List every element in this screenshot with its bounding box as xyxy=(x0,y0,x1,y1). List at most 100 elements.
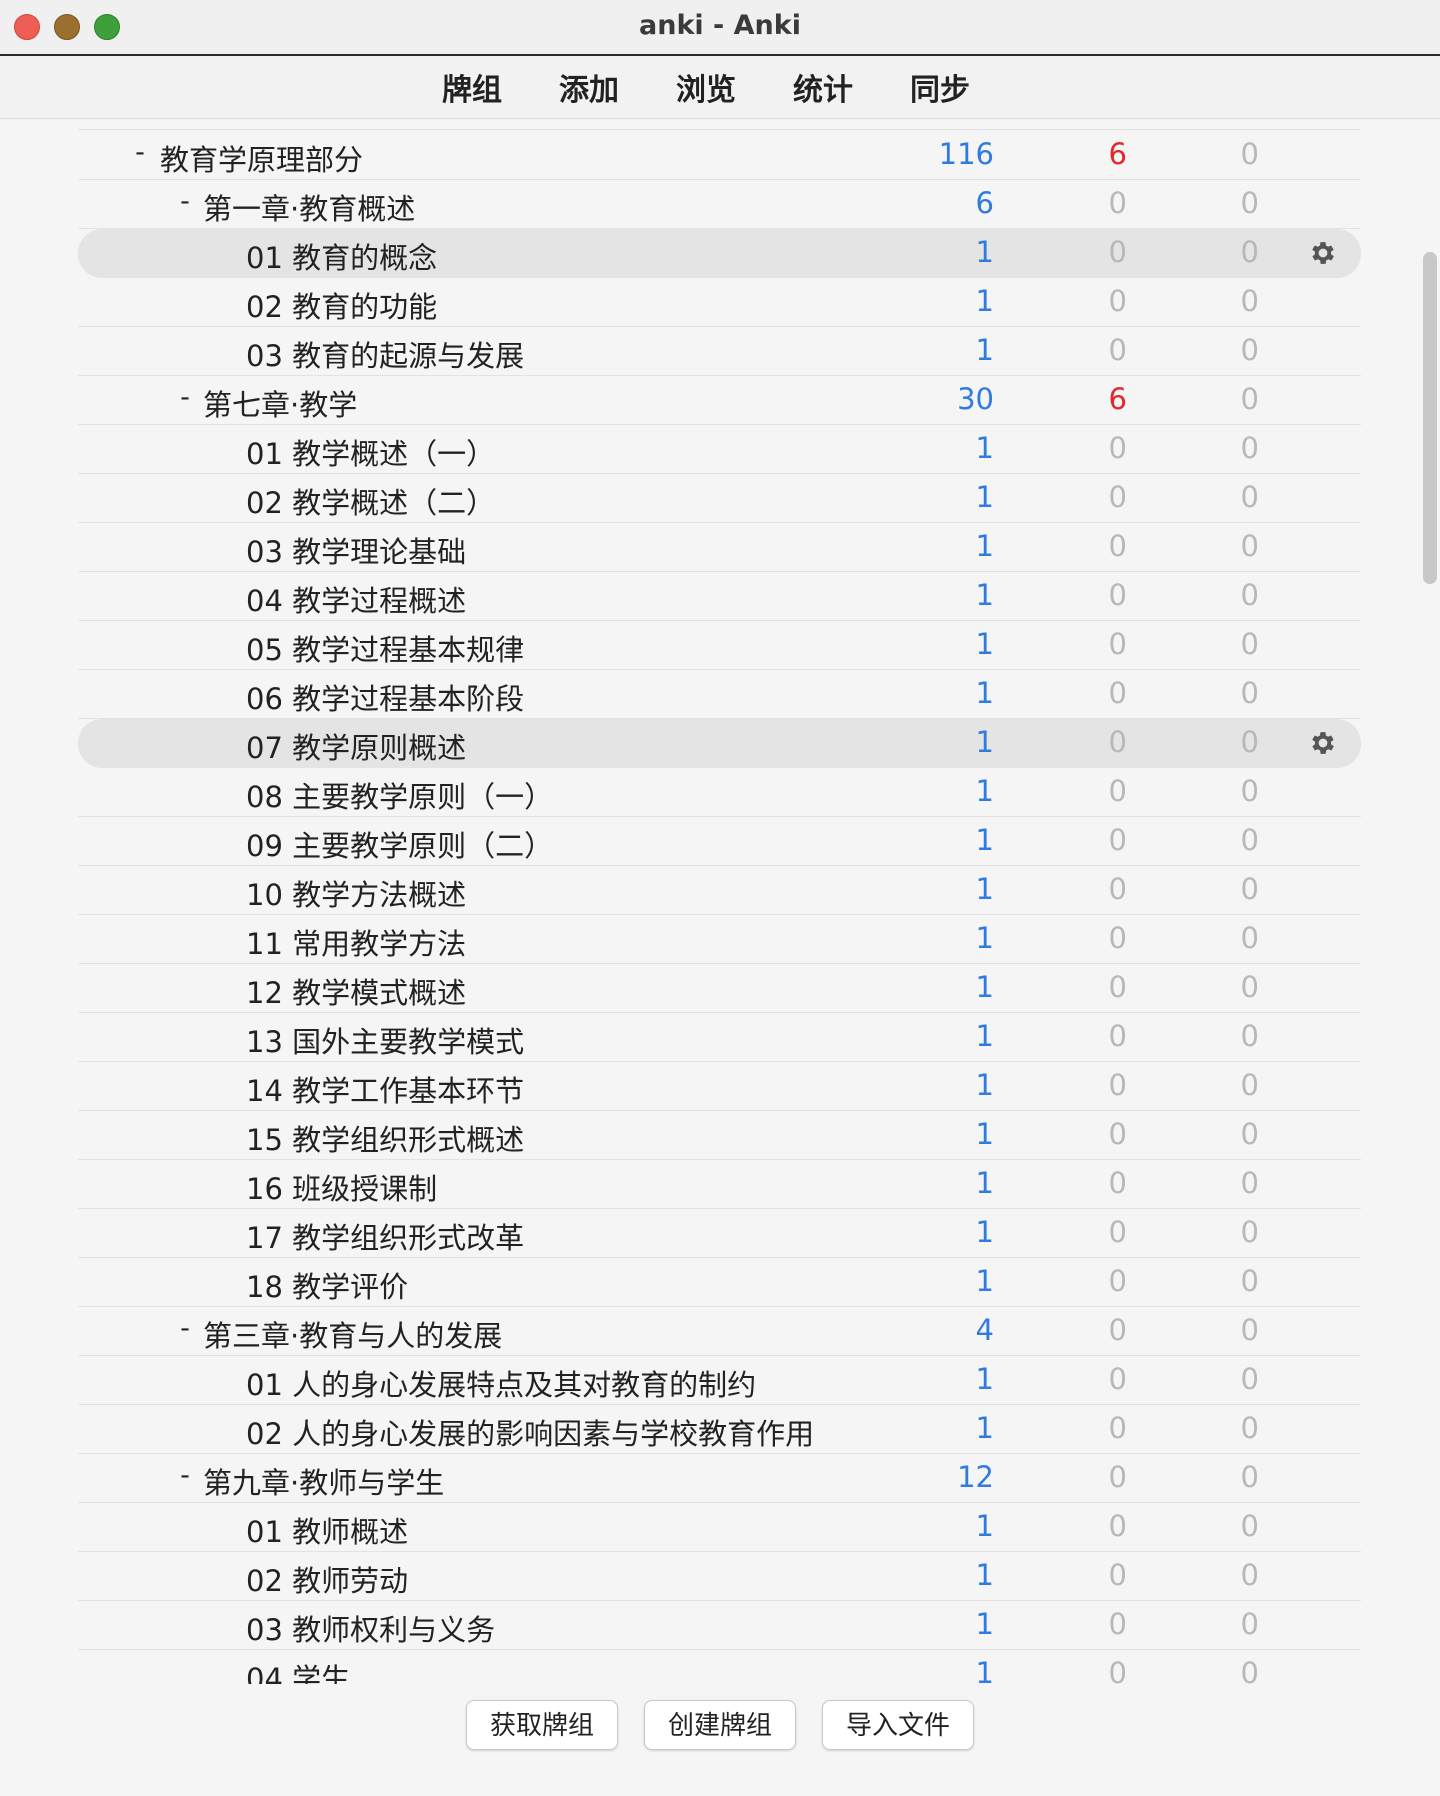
gear-icon[interactable] xyxy=(1308,238,1338,268)
gear-icon[interactable] xyxy=(1308,728,1338,758)
new-count: 1 xyxy=(975,921,994,955)
toolbar-add[interactable]: 添加 xyxy=(531,65,648,109)
deck-name[interactable]: 03 教学理论基础 xyxy=(246,529,466,571)
learn-count: 0 xyxy=(1108,774,1127,808)
collapse-toggle[interactable]: - xyxy=(175,1460,195,1491)
deck-name[interactable]: 01 人的身心发展特点及其对教育的制约 xyxy=(246,1362,756,1404)
deck-row[interactable]: 01 教师概述 1 0 0 xyxy=(78,1503,1361,1552)
deck-name[interactable]: 13 国外主要教学模式 xyxy=(246,1019,524,1061)
create-deck-button[interactable]: 创建牌组 xyxy=(644,1700,796,1750)
deck-name[interactable]: 07 教学原则概述 xyxy=(246,725,466,767)
deck-row[interactable]: 04 学生 1 0 0 xyxy=(78,1650,1361,1684)
deck-row[interactable]: 07 教学原则概述 1 0 0 xyxy=(78,719,1361,768)
due-count: 0 xyxy=(1240,431,1259,465)
due-count: 0 xyxy=(1240,1215,1259,1249)
deck-name[interactable]: 05 教学过程基本规律 xyxy=(246,627,524,669)
deck-row[interactable]: 06 教学过程基本阶段 1 0 0 xyxy=(78,670,1361,719)
deck-name[interactable]: 11 常用教学方法 xyxy=(246,921,466,963)
new-count: 1 xyxy=(975,1509,994,1543)
collapse-toggle[interactable]: - xyxy=(175,382,195,413)
deck-row[interactable]: 04 教学过程概述 1 0 0 xyxy=(78,572,1361,621)
deck-name[interactable]: 01 教师概述 xyxy=(246,1509,408,1551)
learn-count: 0 xyxy=(1108,529,1127,563)
deck-name[interactable]: 教育学原理部分 xyxy=(160,137,363,179)
deck-row[interactable]: 14 教学工作基本环节 1 0 0 xyxy=(78,1062,1361,1111)
toolbar-decks[interactable]: 牌组 xyxy=(414,65,531,109)
deck-row[interactable]: 02 教学概述（二） 1 0 0 xyxy=(78,474,1361,523)
deck-name[interactable]: 02 人的身心发展的影响因素与学校教育作用 xyxy=(246,1411,814,1453)
deck-name[interactable]: 02 教学概述（二） xyxy=(246,480,495,522)
deck-row[interactable]: 02 教师劳动 1 0 0 xyxy=(78,1552,1361,1601)
collapse-toggle[interactable]: - xyxy=(175,1313,195,1344)
deck-name[interactable]: 01 教学概述（一） xyxy=(246,431,495,473)
due-count: 0 xyxy=(1240,284,1259,318)
deck-name[interactable]: 第九章·教师与学生 xyxy=(203,1460,444,1502)
learn-count: 0 xyxy=(1108,333,1127,367)
deck-row[interactable]: 09 主要教学原则（二） 1 0 0 xyxy=(78,817,1361,866)
deck-name[interactable]: 18 教学评价 xyxy=(246,1264,408,1306)
new-count: 1 xyxy=(975,627,994,661)
deck-name[interactable]: 04 教学过程概述 xyxy=(246,578,466,620)
deck-row[interactable]: 01 教育的概念 1 0 0 xyxy=(78,229,1361,278)
import-file-button[interactable]: 导入文件 xyxy=(822,1700,974,1750)
deck-row[interactable]: 01 人的身心发展特点及其对教育的制约 1 0 0 xyxy=(78,1356,1361,1405)
new-count: 1 xyxy=(975,480,994,514)
toolbar-browse[interactable]: 浏览 xyxy=(648,65,765,109)
get-shared-button[interactable]: 获取牌组 xyxy=(466,1700,618,1750)
new-count: 1 xyxy=(975,1558,994,1592)
deck-name[interactable]: 第七章·教学 xyxy=(203,382,357,424)
deck-row[interactable]: - 第七章·教学 30 6 0 xyxy=(78,376,1361,425)
deck-row[interactable]: 15 教学组织形式概述 1 0 0 xyxy=(78,1111,1361,1160)
deck-row[interactable]: 02 人的身心发展的影响因素与学校教育作用 1 0 0 xyxy=(78,1405,1361,1454)
deck-name[interactable]: 03 教师权利与义务 xyxy=(246,1607,495,1649)
deck-name[interactable]: 14 教学工作基本环节 xyxy=(246,1068,524,1110)
due-count: 0 xyxy=(1240,235,1259,269)
deck-row[interactable]: 05 教学过程基本规律 1 0 0 xyxy=(78,621,1361,670)
deck-row[interactable]: 18 教学评价 1 0 0 xyxy=(78,1258,1361,1307)
deck-row[interactable]: 16 班级授课制 1 0 0 xyxy=(78,1160,1361,1209)
deck-row[interactable]: 13 国外主要教学模式 1 0 0 xyxy=(78,1013,1361,1062)
deck-row[interactable]: 01 教学概述（一） 1 0 0 xyxy=(78,425,1361,474)
deck-row[interactable]: 03 教学理论基础 1 0 0 xyxy=(78,523,1361,572)
deck-name[interactable]: 第三章·教育与人的发展 xyxy=(203,1313,502,1355)
learn-count: 0 xyxy=(1108,284,1127,318)
toolbar-sync[interactable]: 同步 xyxy=(882,65,999,109)
deck-row[interactable]: 10 教学方法概述 1 0 0 xyxy=(78,866,1361,915)
deck-name[interactable]: 第一章·教育概述 xyxy=(203,186,415,228)
learn-count: 0 xyxy=(1108,1558,1127,1592)
deck-row[interactable]: 03 教育的起源与发展 1 0 0 xyxy=(78,327,1361,376)
deck-row[interactable]: 17 教学组织形式改革 1 0 0 xyxy=(78,1209,1361,1258)
deck-name[interactable]: 03 教育的起源与发展 xyxy=(246,333,524,375)
learn-count: 0 xyxy=(1108,1313,1127,1347)
deck-name[interactable]: 02 教师劳动 xyxy=(246,1558,408,1600)
toolbar-stats[interactable]: 统计 xyxy=(765,65,882,109)
due-count: 0 xyxy=(1240,774,1259,808)
deck-name[interactable]: 08 主要教学原则（一） xyxy=(246,774,553,816)
window-title: anki - Anki xyxy=(639,10,801,41)
deck-name[interactable]: 02 教育的功能 xyxy=(246,284,437,326)
deck-row[interactable]: - 第一章·教育概述 6 0 0 xyxy=(78,180,1361,229)
deck-name[interactable]: 06 教学过程基本阶段 xyxy=(246,676,524,718)
deck-row[interactable]: - 第九章·教师与学生 12 0 0 xyxy=(78,1454,1361,1503)
deck-row[interactable]: 08 主要教学原则（一） 1 0 0 xyxy=(78,768,1361,817)
deck-name[interactable]: 04 学生 xyxy=(246,1656,350,1684)
deck-row[interactable]: - 第三章·教育与人的发展 4 0 0 xyxy=(78,1307,1361,1356)
new-count: 12 xyxy=(957,1460,994,1494)
deck-name[interactable]: 12 教学模式概述 xyxy=(246,970,466,1012)
deck-row[interactable]: 12 教学模式概述 1 0 0 xyxy=(78,964,1361,1013)
deck-name[interactable]: 17 教学组织形式改革 xyxy=(246,1215,524,1257)
deck-row[interactable]: 03 教师权利与义务 1 0 0 xyxy=(78,1601,1361,1650)
deck-name[interactable]: 01 教育的概念 xyxy=(246,235,437,277)
collapse-toggle[interactable]: - xyxy=(130,137,150,168)
scrollbar-thumb[interactable] xyxy=(1423,252,1437,584)
deck-row[interactable]: 11 常用教学方法 1 0 0 xyxy=(78,915,1361,964)
deck-name[interactable]: 15 教学组织形式概述 xyxy=(246,1117,524,1159)
new-count: 116 xyxy=(938,137,994,171)
deck-name[interactable]: 10 教学方法概述 xyxy=(246,872,466,914)
deck-name[interactable]: 16 班级授课制 xyxy=(246,1166,437,1208)
collapse-toggle[interactable]: - xyxy=(175,186,195,217)
learn-count: 0 xyxy=(1108,627,1127,661)
deck-row[interactable]: 02 教育的功能 1 0 0 xyxy=(78,278,1361,327)
deck-row[interactable]: - 教育学原理部分 116 6 0 xyxy=(78,131,1361,180)
deck-name[interactable]: 09 主要教学原则（二） xyxy=(246,823,553,865)
